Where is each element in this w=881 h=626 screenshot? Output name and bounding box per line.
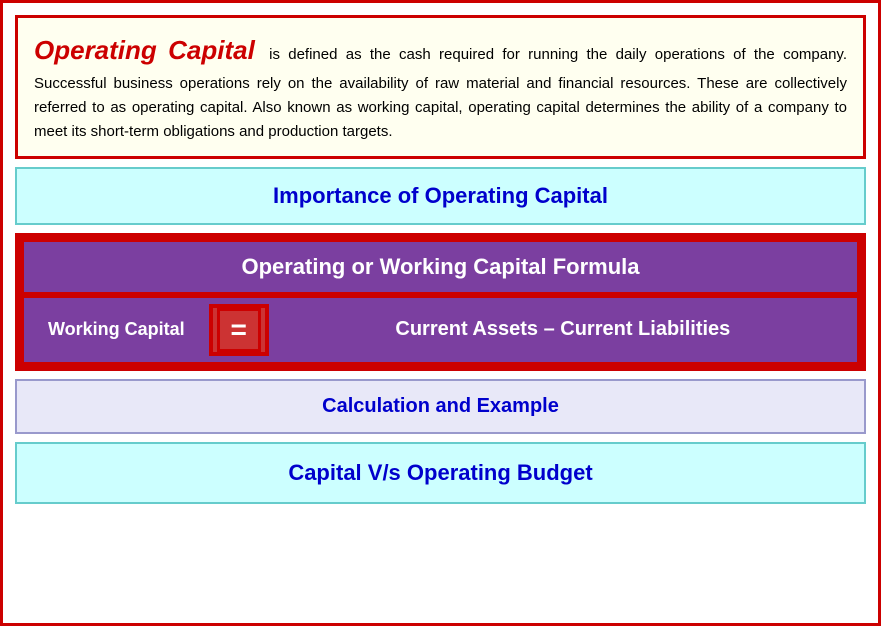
calculation-section: Calculation and Example xyxy=(15,379,866,434)
budget-section: Capital V/s Operating Budget xyxy=(15,442,866,504)
importance-section: Importance of Operating Capital xyxy=(15,167,866,225)
equals-symbol: = xyxy=(231,316,247,344)
equals-inner: = xyxy=(217,308,261,352)
formula-title-bar: Operating or Working Capital Formula xyxy=(24,242,857,292)
formula-content: Working Capital = Current Assets – Curre… xyxy=(24,298,857,362)
definition-title: Operating Capital xyxy=(34,35,255,65)
importance-heading: Importance of Operating Capital xyxy=(273,183,608,208)
budget-heading: Capital V/s Operating Budget xyxy=(288,460,592,485)
formula-outer: Operating or Working Capital Formula Wor… xyxy=(15,233,866,371)
calculation-heading: Calculation and Example xyxy=(322,395,559,417)
definition-section: Operating Capital is defined as the cash… xyxy=(15,15,866,159)
working-capital-label: Working Capital xyxy=(32,304,201,356)
formula-section-title: Operating or Working Capital Formula xyxy=(241,254,639,279)
main-container: Operating Capital is defined as the cash… xyxy=(0,0,881,626)
formula-rhs: Current Assets – Current Liabilities xyxy=(277,304,849,356)
equals-box: = xyxy=(209,304,269,356)
